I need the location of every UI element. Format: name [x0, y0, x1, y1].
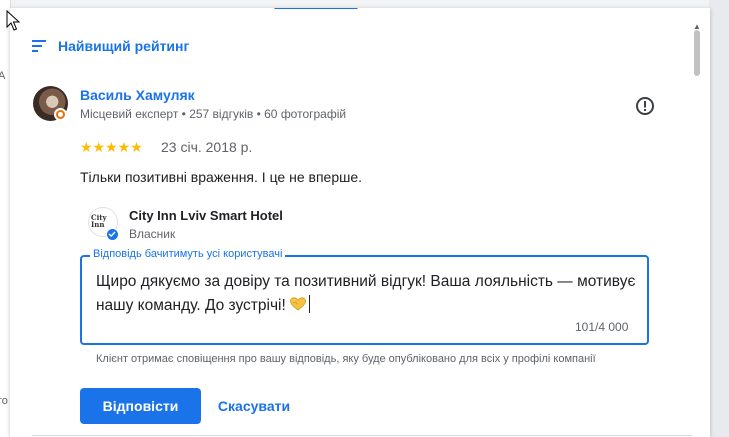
text-caret: [309, 295, 311, 313]
local-guide-badge-icon: [54, 108, 67, 121]
scrollbar-thumb[interactable]: [694, 30, 700, 76]
sort-button[interactable]: Найвищий рейтинг: [32, 36, 189, 56]
notification-notice: Клієнт отримає сповіщення про вашу відпо…: [96, 353, 596, 365]
reply-text-content: Щиро дякуємо за довіру та позитивний від…: [96, 273, 636, 314]
review-date: 23 січ. 2018 р.: [161, 139, 253, 155]
owner-logo-text: City Inn: [91, 213, 107, 229]
submit-reply-button[interactable]: Відповісти: [80, 388, 201, 424]
divider: [32, 435, 692, 436]
yellow-heart-icon: [290, 297, 307, 311]
character-counter: 101/4 000: [575, 320, 629, 334]
review-reply-dialog: ▲ Найвищий рейтинг Василь Хамуляк Місцев…: [10, 8, 710, 437]
sort-icon: [32, 40, 46, 52]
reply-field-label: Відповідь бачитимуть усі користувачі: [90, 248, 286, 260]
review-text: Тільки позитивні враження. І це не вперш…: [80, 169, 363, 185]
scrollbar[interactable]: ▲: [692, 22, 702, 437]
cancel-button[interactable]: Скасувати: [208, 388, 300, 424]
report-review-button[interactable]: [635, 96, 655, 116]
background-text: А: [0, 70, 6, 82]
owner-role: Власник: [129, 227, 176, 241]
reviewer-meta: Місцевий експерт • 257 відгуків • 60 фот…: [80, 107, 347, 121]
owner-name: City Inn Lviv Smart Hotel: [129, 208, 283, 223]
verified-check-icon: [106, 228, 119, 241]
background-text: го: [0, 395, 8, 407]
background-page-right: [709, 0, 729, 437]
sort-label: Найвищий рейтинг: [58, 38, 190, 54]
report-flag-icon: [636, 97, 654, 115]
reviewer-name[interactable]: Василь Хамуляк: [80, 87, 195, 103]
active-tab-indicator: [274, 8, 358, 9]
reply-text[interactable]: Щиро дякуємо за довіру та позитивний від…: [96, 270, 636, 318]
star-rating: ★★★★★: [80, 139, 143, 155]
mouse-cursor-icon: [6, 10, 20, 31]
